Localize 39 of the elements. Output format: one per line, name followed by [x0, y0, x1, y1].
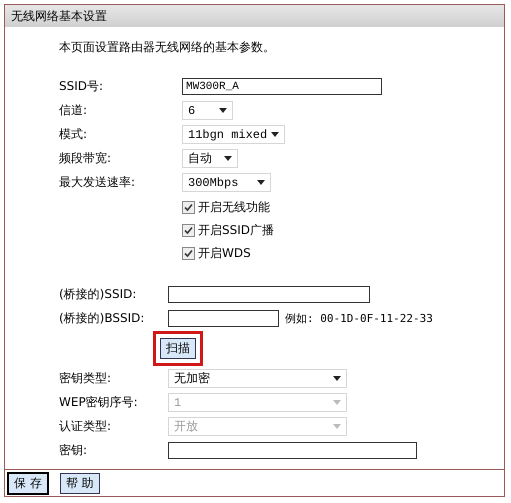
dropdown-arrow-icon	[333, 400, 341, 405]
field-label: 最大发送速率:	[59, 174, 136, 191]
select-field[interactable]: 6	[182, 101, 233, 120]
field-label: 模式:	[59, 126, 88, 143]
select-field[interactable]: 自动	[182, 149, 238, 168]
field-label: 密钥类型:	[59, 370, 112, 387]
field-label: 密钥:	[59, 442, 88, 459]
dropdown-arrow-icon	[333, 376, 341, 381]
checkbox-label: 开启无线功能	[198, 199, 270, 216]
text-field[interactable]	[168, 286, 370, 303]
checkbox[interactable]	[182, 247, 195, 260]
field-label: WEP密钥序号:	[59, 394, 139, 411]
checkbox-label: 开启SSID广播	[198, 222, 274, 239]
checkbox[interactable]	[182, 201, 195, 214]
text-field[interactable]: MW300R_A	[182, 78, 382, 95]
select-field[interactable]: 11bgn mixed	[182, 125, 285, 144]
dropdown-arrow-icon	[219, 108, 227, 113]
example-hint: 例如: 00-1D-0F-11-22-33	[285, 311, 433, 326]
dropdown-arrow-icon	[224, 156, 232, 161]
dropdown-arrow-icon	[333, 424, 341, 429]
field-label: (桥接的)BSSID:	[59, 310, 146, 327]
field-label: (桥接的)SSID:	[59, 286, 138, 303]
checkbox-label: 开启WDS	[198, 245, 251, 262]
description: 本页面设置路由器无线网络的基本参数。	[59, 39, 276, 56]
field-label: 信道:	[59, 102, 88, 119]
select-field[interactable]: 无加密	[168, 369, 347, 388]
footer-button[interactable]: 帮 助	[60, 472, 100, 494]
text-field[interactable]	[168, 310, 279, 327]
field-label: 认证类型:	[59, 418, 112, 435]
footer-button[interactable]: 保 存	[7, 472, 49, 494]
dropdown-arrow-icon	[257, 180, 265, 185]
scan-button[interactable]: 扫描	[160, 338, 196, 359]
dropdown-arrow-icon	[271, 132, 279, 137]
checkbox[interactable]	[182, 224, 195, 237]
panel-title: 无线网络基本设置	[5, 5, 504, 27]
field-label: 频段带宽:	[59, 150, 112, 167]
select-field[interactable]: 300Mbps	[182, 173, 271, 192]
field-label: SSID号:	[59, 78, 104, 95]
text-field[interactable]	[168, 442, 417, 459]
